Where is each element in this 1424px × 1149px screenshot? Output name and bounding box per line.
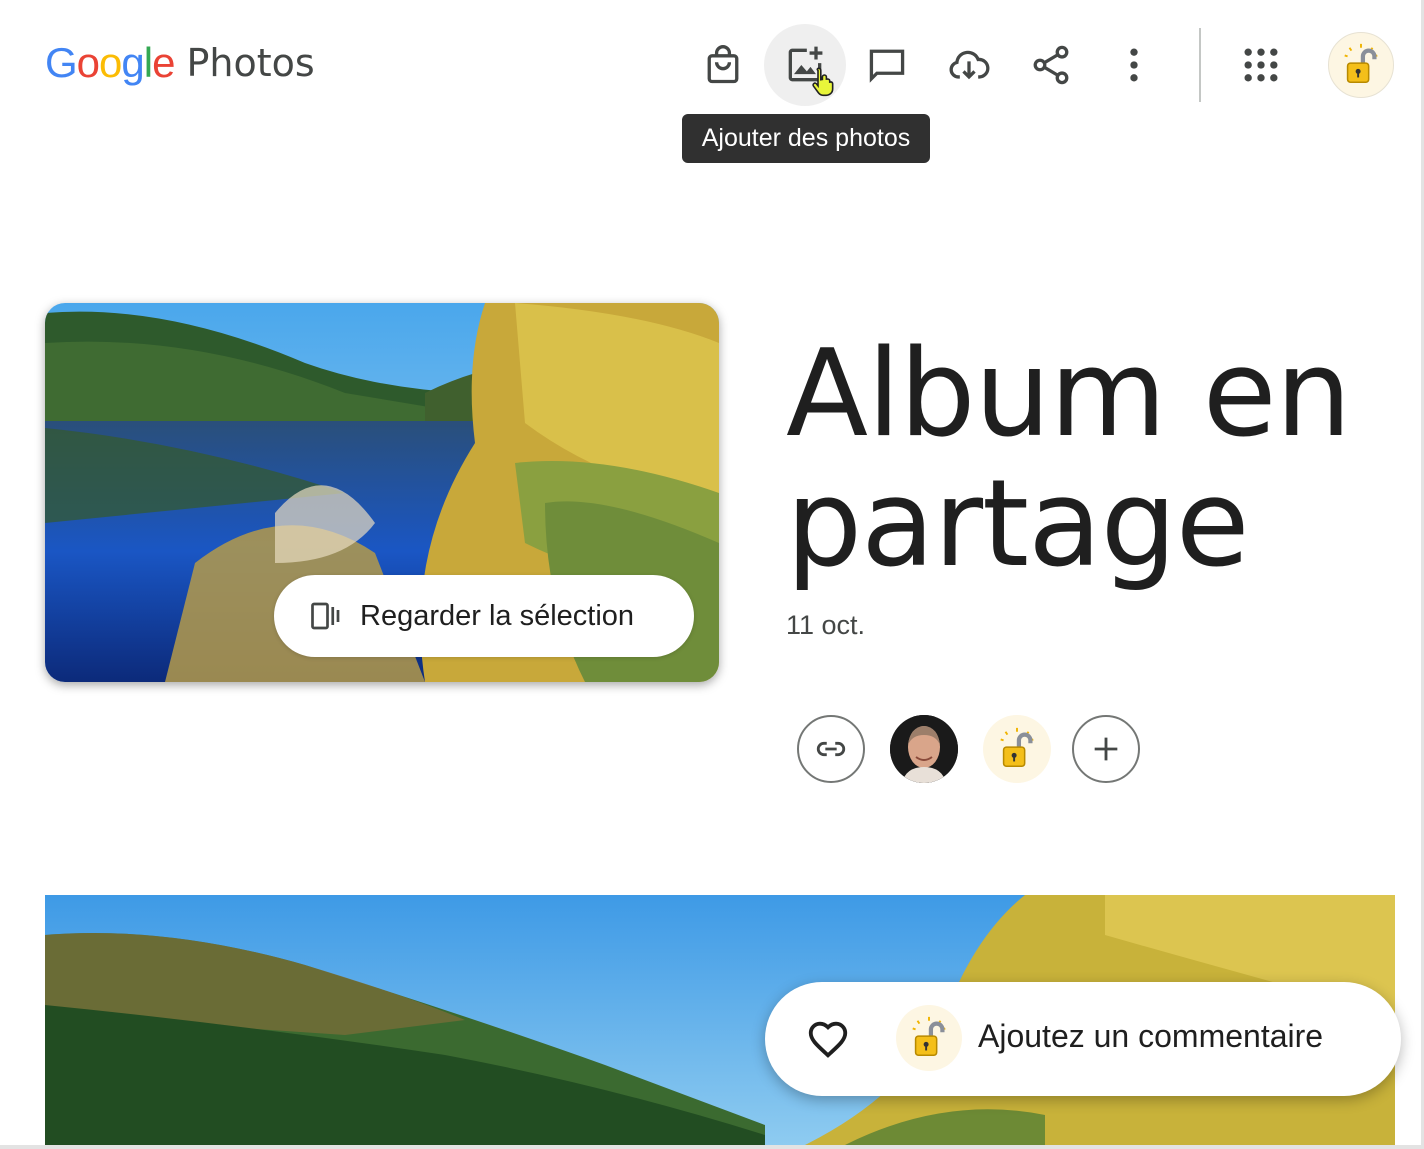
google-photos-logo[interactable]: Google Photos (45, 38, 315, 88)
album-title[interactable]: Album en partage (786, 330, 1386, 590)
comment-icon (869, 49, 905, 83)
unlocked-padlock-icon (1000, 727, 1034, 768)
window-edge-bottom (0, 1145, 1424, 1149)
toolbar-divider (1199, 28, 1201, 102)
cloud-download-icon (949, 50, 990, 80)
slideshow-icon (311, 602, 340, 630)
more-vert-icon (1130, 48, 1138, 82)
tooltip: Ajouter des photos (682, 114, 930, 163)
album-cover-photo[interactable]: Regarder la sélection (45, 303, 719, 682)
watch-highlights-label: Regarder la sélection (360, 599, 635, 632)
album-date: 11 oct. (786, 610, 866, 640)
comment-bar: Ajoutez un commentaire (765, 982, 1401, 1096)
download-button[interactable] (928, 24, 1010, 106)
link-icon (816, 741, 846, 757)
unlocked-padlock-icon (912, 1016, 946, 1057)
add-people-button[interactable] (1072, 715, 1140, 783)
commenter-avatar (896, 1005, 962, 1071)
member-avatar-2[interactable] (983, 715, 1051, 783)
share-button[interactable] (1010, 24, 1092, 106)
share-icon (1033, 45, 1069, 85)
hand-cursor-icon (812, 67, 834, 97)
unlocked-padlock-icon (1344, 43, 1378, 84)
album-title-line-1: Album en (786, 325, 1352, 464)
album-title-line-2: partage (786, 455, 1250, 594)
order-photos-button[interactable] (682, 24, 764, 106)
comments-button[interactable] (846, 24, 928, 106)
more-options-button[interactable] (1093, 24, 1175, 106)
member-avatar-1[interactable] (890, 715, 958, 783)
apps-grid-icon (1244, 48, 1278, 82)
copy-link-button[interactable] (797, 715, 865, 783)
person-photo-avatar (890, 715, 958, 783)
add-photos-button[interactable] (764, 24, 846, 106)
logo-google-text: Google (45, 39, 175, 86)
shopping-bag-icon (707, 45, 739, 84)
account-avatar[interactable] (1328, 32, 1394, 98)
plus-icon (1094, 737, 1118, 761)
heart-icon[interactable] (805, 1016, 851, 1062)
watch-highlights-button[interactable]: Regarder la sélection (274, 575, 694, 657)
add-comment-input[interactable]: Ajoutez un commentaire (978, 1018, 1323, 1055)
google-apps-button[interactable] (1220, 24, 1302, 106)
logo-product-text: Photos (186, 41, 315, 85)
